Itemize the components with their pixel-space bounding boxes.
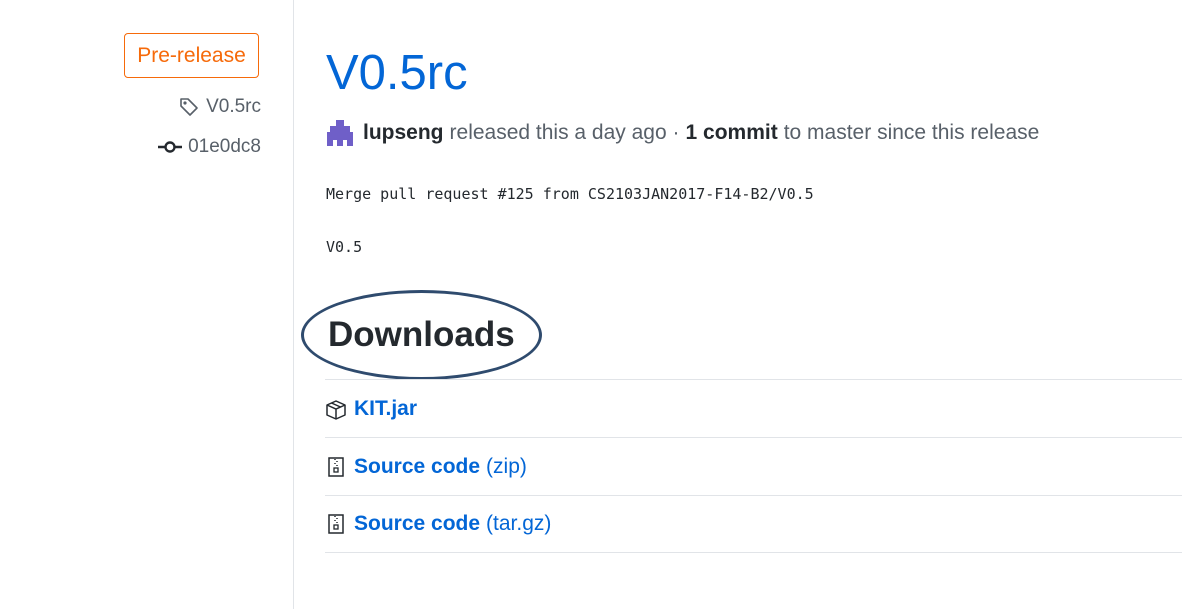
download-link-jar[interactable]: KIT.jar [354, 397, 417, 421]
download-name: KIT.jar [354, 396, 418, 420]
download-item: KIT.jar [325, 379, 1182, 437]
download-link-targz[interactable]: Source code (tar.gz) [354, 512, 551, 536]
prerelease-badge: Pre-release [124, 33, 259, 78]
file-zip-icon [325, 513, 347, 535]
release-commit-label: 01e0dc8 [188, 136, 261, 157]
downloads-list: KIT.jar Source code (zip) Source code (tar… [325, 379, 1182, 553]
download-name: Source code [354, 454, 481, 478]
download-item: Source code (tar.gz) [325, 495, 1182, 553]
download-format: (tar.gz) [486, 512, 552, 535]
release-tag-link[interactable]: V0.5rc [178, 96, 261, 118]
release-body-line: Merge pull request #125 from CS2103JAN20… [326, 185, 814, 203]
release-body-line: V0.5 [326, 238, 363, 256]
download-link-zip[interactable]: Source code (zip) [354, 455, 527, 479]
tag-icon [180, 98, 198, 116]
download-format: (zip) [486, 454, 527, 478]
commit-count-link[interactable]: 1 commit [686, 121, 778, 145]
release-title[interactable]: V0.5rc [326, 40, 468, 106]
sidebar-divider [293, 0, 294, 609]
commit-suffix: to master since this release [783, 121, 1040, 144]
avatar[interactable] [326, 119, 354, 147]
release-meta: lupseng released this a day ago · 1 comm… [326, 119, 1039, 147]
download-item: Source code (zip) [325, 437, 1182, 495]
release-commit-link[interactable]: 01e0dc8 [158, 136, 261, 158]
file-zip-icon [325, 456, 347, 478]
released-text: released this a day ago · [449, 121, 680, 144]
package-icon [325, 398, 347, 420]
author-link[interactable]: lupseng [363, 121, 444, 145]
release-tag-label: V0.5rc [206, 96, 261, 117]
download-name: Source code [354, 512, 481, 535]
annotation-circle [301, 290, 542, 380]
git-commit-icon [158, 141, 183, 153]
